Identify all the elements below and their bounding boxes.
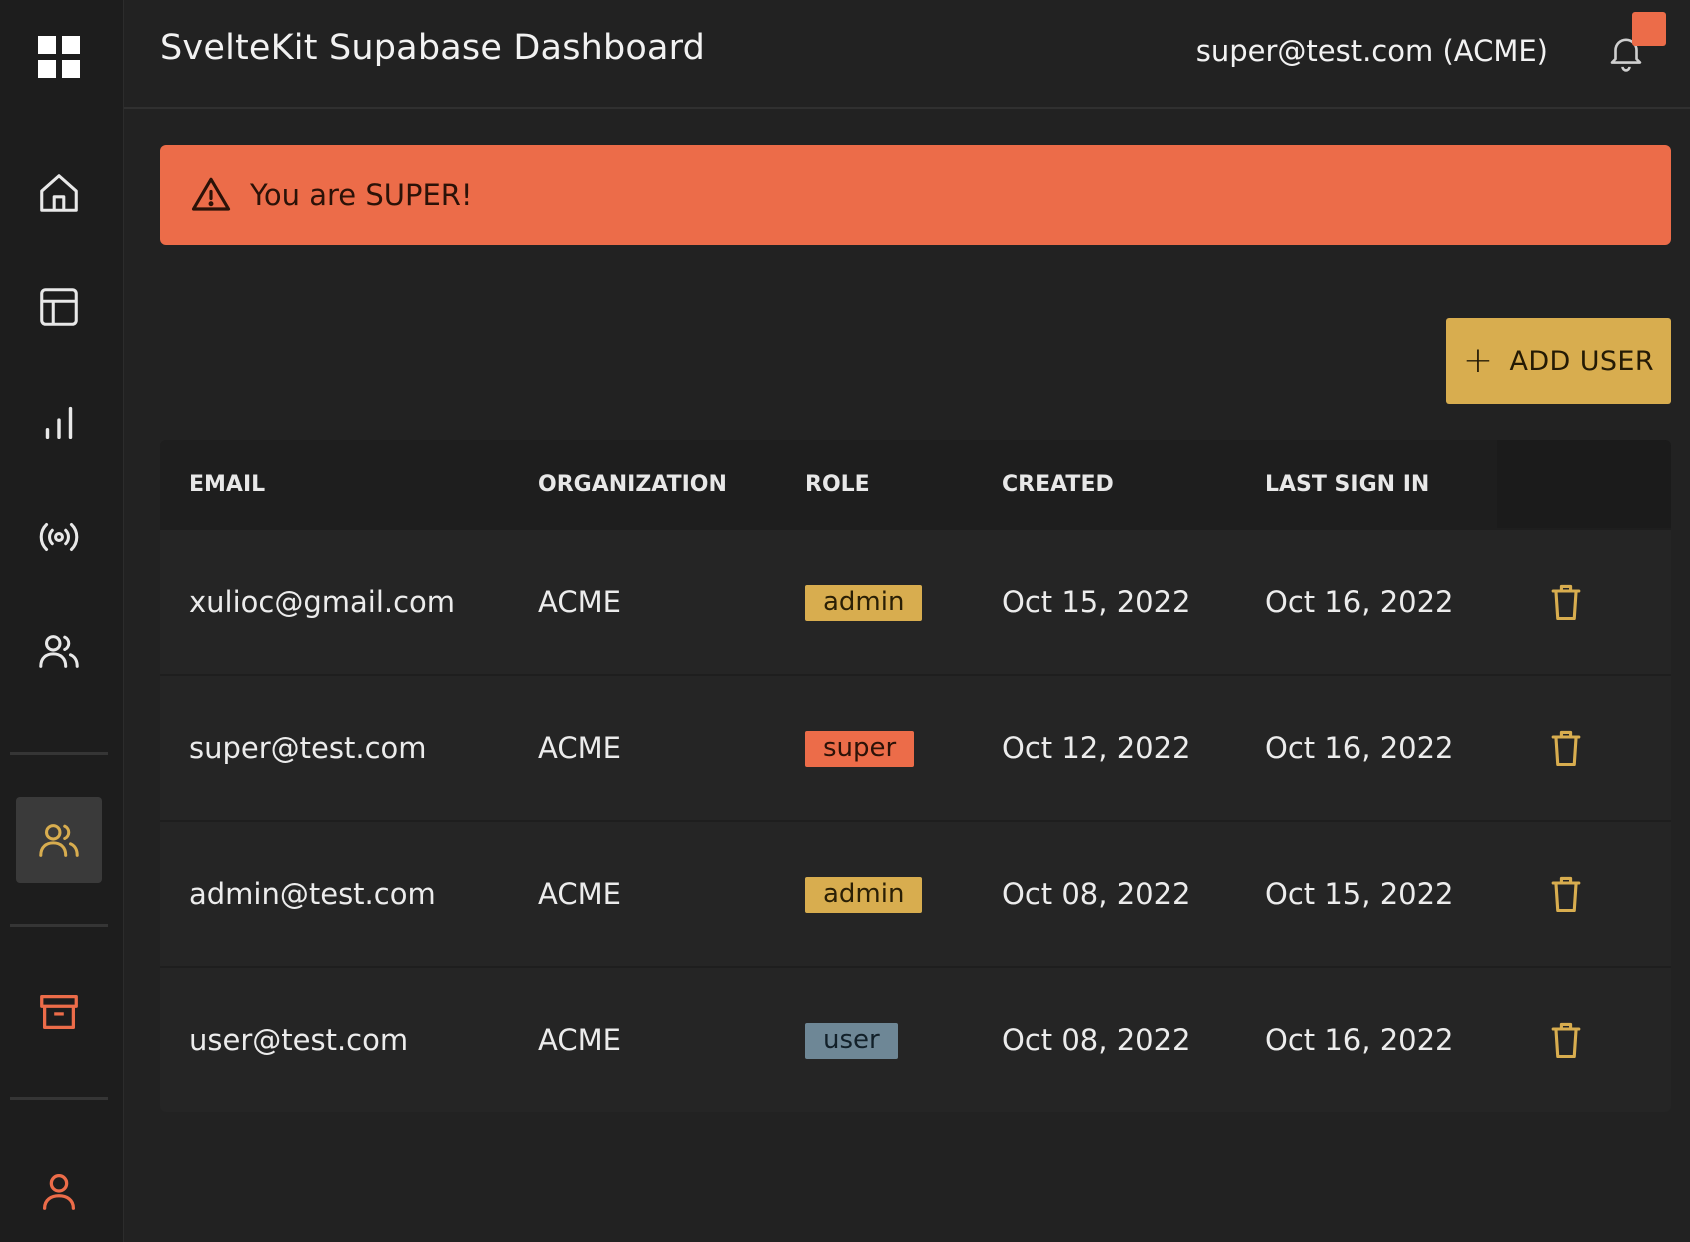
- user-last-sign-in: Oct 16, 2022: [1265, 731, 1454, 765]
- layout-icon: [40, 288, 78, 326]
- table-row[interactable]: admin@test.com ACME admin Oct 08, 2022 O…: [160, 820, 1671, 966]
- user-last-sign-in: Oct 15, 2022: [1265, 877, 1454, 911]
- user-created: Oct 12, 2022: [1002, 731, 1191, 765]
- user-email: xulioc@gmail.com: [189, 585, 456, 619]
- alert-text: You are SUPER!: [250, 178, 473, 212]
- current-user-label[interactable]: super@test.com (ACME): [1196, 34, 1548, 68]
- role-badge: admin: [805, 585, 923, 621]
- column-header-actions: [1497, 440, 1671, 528]
- table-row[interactable]: user@test.com ACME user Oct 08, 2022 Oct…: [160, 966, 1671, 1112]
- user-organization: ACME: [538, 877, 621, 911]
- sidebar-item-home[interactable]: [16, 150, 102, 236]
- user-profile-icon: [42, 1174, 76, 1210]
- role-badge: user: [805, 1023, 898, 1059]
- user-created: Oct 15, 2022: [1002, 585, 1191, 619]
- home-icon: [40, 174, 78, 212]
- plus-icon: +: [1462, 340, 1494, 381]
- column-header-email[interactable]: EMAIL: [189, 472, 265, 497]
- apps-grid-icon[interactable]: [16, 14, 102, 100]
- sidebar-divider: [10, 924, 108, 927]
- trash-icon: [1551, 584, 1581, 621]
- users-table: EMAIL ORGANIZATION ROLE CREATED LAST SIG…: [160, 440, 1671, 1112]
- super-alert-banner: You are SUPER!: [160, 145, 1671, 245]
- user-organization: ACME: [538, 585, 621, 619]
- user-last-sign-in: Oct 16, 2022: [1265, 585, 1454, 619]
- sidebar-item-realtime[interactable]: [16, 494, 102, 580]
- user-email: user@test.com: [189, 1023, 409, 1057]
- role-badge: super: [805, 731, 915, 767]
- topbar: SvelteKit Supabase Dashboard super@test.…: [124, 0, 1690, 109]
- trash-icon: [1551, 730, 1581, 767]
- sidebar-item-admin-users[interactable]: [16, 797, 102, 883]
- user-organization: ACME: [538, 731, 621, 765]
- column-header-role[interactable]: ROLE: [805, 472, 870, 497]
- table-row[interactable]: super@test.com ACME super Oct 12, 2022 O…: [160, 674, 1671, 820]
- sidebar-item-profile[interactable]: [16, 1148, 102, 1234]
- user-organization: ACME: [538, 1023, 621, 1057]
- delete-user-button[interactable]: [1544, 726, 1588, 770]
- table-header: EMAIL ORGANIZATION ROLE CREATED LAST SIG…: [160, 440, 1671, 528]
- sidebar-item-layout[interactable]: [16, 264, 102, 350]
- archive-icon: [40, 995, 78, 1029]
- delete-user-button[interactable]: [1544, 1018, 1588, 1062]
- users-admin-icon: [39, 824, 79, 857]
- role-badge: admin: [805, 877, 923, 913]
- user-last-sign-in: Oct 16, 2022: [1265, 1023, 1454, 1057]
- trash-icon: [1551, 1022, 1581, 1059]
- delete-user-button[interactable]: [1544, 872, 1588, 916]
- user-email: admin@test.com: [189, 877, 436, 911]
- add-user-button[interactable]: + ADD USER: [1446, 318, 1671, 404]
- column-header-organization[interactable]: ORGANIZATION: [538, 472, 727, 497]
- column-header-last-sign-in[interactable]: LAST SIGN IN: [1265, 472, 1429, 497]
- column-header-created[interactable]: CREATED: [1002, 472, 1114, 497]
- broadcast-icon: [39, 523, 79, 551]
- sidebar-item-archive[interactable]: [16, 969, 102, 1055]
- apps-grid-icon-glyph: [38, 36, 80, 78]
- delete-user-button[interactable]: [1544, 580, 1588, 624]
- user-created: Oct 08, 2022: [1002, 877, 1191, 911]
- chart-bars-icon: [45, 406, 73, 440]
- sidebar: [0, 0, 124, 1242]
- notification-badge: [1632, 12, 1666, 46]
- table-row[interactable]: xulioc@gmail.com ACME admin Oct 15, 2022…: [160, 528, 1671, 674]
- add-user-label: ADD USER: [1509, 345, 1655, 377]
- user-email: super@test.com: [189, 731, 427, 765]
- warning-icon: [191, 177, 231, 211]
- users-icon: [39, 635, 79, 668]
- sidebar-item-analytics[interactable]: [16, 379, 102, 465]
- sidebar-divider: [10, 1097, 108, 1100]
- user-created: Oct 08, 2022: [1002, 1023, 1191, 1057]
- app-title: SvelteKit Supabase Dashboard: [160, 28, 706, 68]
- sidebar-item-users[interactable]: [16, 608, 102, 694]
- trash-icon: [1551, 876, 1581, 913]
- sidebar-divider: [10, 752, 108, 755]
